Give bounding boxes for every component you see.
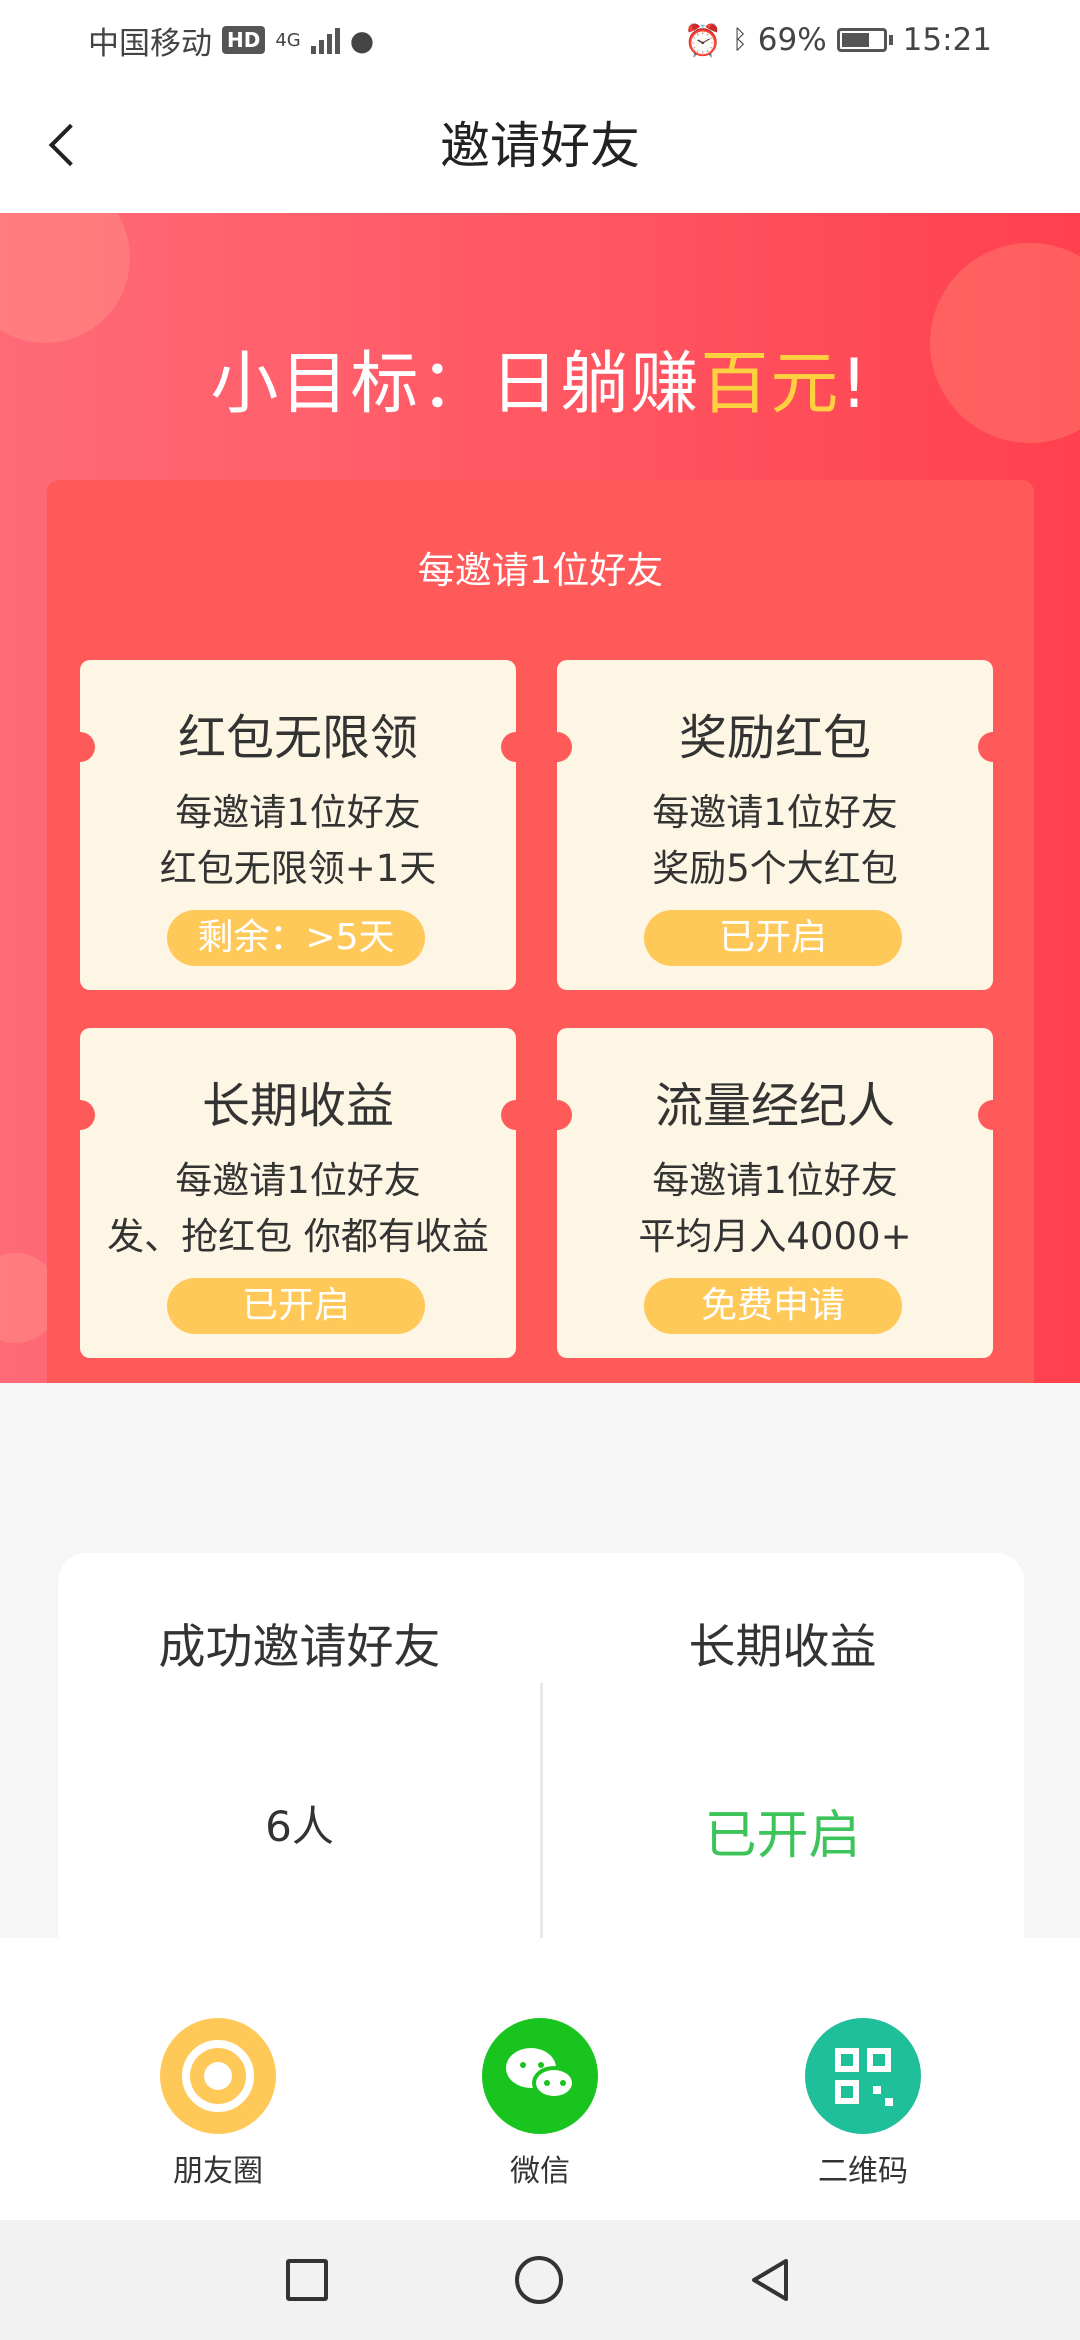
reward-card-longterm[interactable]: 长期收益 每邀请1位好友 发、抢红包 你都有收益 已开启 <box>65 1028 531 1358</box>
battery-percent: 69% <box>757 22 827 58</box>
share-label: 微信 <box>510 2154 570 2189</box>
hero-banner: 小目标：日躺赚百元! 每邀请1位好友 红包无限领 每邀请1位好友 红包无限领+1… <box>0 213 1080 1383</box>
qrcode-icon <box>805 2018 921 2134</box>
card-line: 每邀请1位好友 <box>175 1159 421 1202</box>
share-wechat-button[interactable]: 微信 <box>460 2018 620 2190</box>
share-label: 朋友圈 <box>173 2154 263 2189</box>
hd-badge: HD <box>222 26 266 54</box>
chevron-left-icon <box>48 123 92 167</box>
system-back-button[interactable] <box>736 2245 806 2315</box>
long-term-income-stat[interactable]: 长期收益 已开启 <box>541 1553 1024 1953</box>
carrier-name: 中国移动 <box>88 25 212 62</box>
wechat-icon <box>482 2018 598 2134</box>
card-line: 平均月入4000+ <box>638 1215 912 1258</box>
card-line: 每邀请1位好友 <box>652 791 898 834</box>
status-right: ⏰ ᛒ 69% 15:21 <box>684 22 992 59</box>
status-bar: 中国移动 HD 4G ● ⏰ ᛒ 69% 15:21 <box>0 0 1080 80</box>
stat-value: 6人 <box>265 1802 334 1851</box>
hero-title-suffix: ! <box>840 345 870 424</box>
card-line: 每邀请1位好友 <box>175 791 421 834</box>
status-left: 中国移动 HD 4G ● <box>88 18 374 63</box>
invited-friends-stat[interactable]: 成功邀请好友 6人 <box>58 1553 541 1953</box>
reward-card-unlimited[interactable]: 红包无限领 每邀请1位好友 红包无限领+1天 剩余：>5天 <box>65 660 531 990</box>
circle-icon <box>515 2256 563 2304</box>
bluetooth-icon: ᛒ <box>732 25 748 55</box>
clock: 15:21 <box>902 22 992 58</box>
card-title: 奖励红包 <box>678 710 871 766</box>
card-title: 流量经纪人 <box>654 1078 895 1134</box>
hero-title-highlight: 百元 <box>700 345 841 424</box>
reward-card-traffic-agent[interactable]: 流量经纪人 每邀请1位好友 平均月入4000+ 免费申请 <box>542 1028 1008 1358</box>
triangle-back-icon <box>752 2259 788 2301</box>
share-bar: 朋友圈 微信 二维码 <box>0 1938 1080 2220</box>
square-icon <box>286 2259 328 2301</box>
home-button[interactable] <box>504 2245 574 2315</box>
card-line: 发、抢红包 你都有收益 <box>107 1215 489 1258</box>
card-line: 红包无限领+1天 <box>159 847 437 890</box>
hero-title: 小目标：日躺赚百元! <box>0 328 1080 427</box>
card-line: 奖励5个大红包 <box>652 847 898 890</box>
stat-label: 长期收益 <box>688 1620 877 1675</box>
battery-icon <box>836 28 893 52</box>
remaining-days-button[interactable]: 剩余：>5天 <box>167 910 425 966</box>
page-title: 邀请好友 <box>440 117 640 175</box>
card-title: 红包无限领 <box>177 710 418 766</box>
share-label: 二维码 <box>818 2154 908 2189</box>
stats-card: 成功邀请好友 6人 长期收益 已开启 <box>58 1553 1024 1973</box>
enabled-button[interactable]: 已开启 <box>644 910 902 966</box>
card-line: 每邀请1位好友 <box>652 1159 898 1202</box>
apply-free-button[interactable]: 免费申请 <box>644 1278 902 1334</box>
signal-icon <box>310 26 340 54</box>
share-qrcode-button[interactable]: 二维码 <box>783 2018 943 2190</box>
enabled-button[interactable]: 已开启 <box>167 1278 425 1334</box>
panel-subtitle: 每邀请1位好友 <box>417 549 664 592</box>
moments-icon <box>160 2018 276 2134</box>
decor-circle <box>0 213 130 343</box>
network-type: 4G <box>275 29 301 51</box>
nav-bar: 邀请好友 <box>0 80 1080 213</box>
wechat-notification-icon: ● <box>349 23 375 57</box>
card-title: 长期收益 <box>201 1078 394 1134</box>
reward-card-bonus[interactable]: 奖励红包 每邀请1位好友 奖励5个大红包 已开启 <box>542 660 1008 990</box>
share-moments-button[interactable]: 朋友圈 <box>138 2018 298 2190</box>
stat-value: 已开启 <box>704 1806 861 1866</box>
recent-apps-button[interactable] <box>272 2245 342 2315</box>
system-nav-bar <box>0 2220 1080 2340</box>
back-button[interactable] <box>30 110 100 180</box>
alarm-icon: ⏰ <box>683 22 723 59</box>
hero-title-prefix: 小目标：日躺赚 <box>210 345 701 424</box>
rewards-panel: 每邀请1位好友 红包无限领 每邀请1位好友 红包无限领+1天 剩余：>5天 奖励… <box>47 480 1034 1383</box>
stat-label: 成功邀请好友 <box>158 1620 441 1675</box>
